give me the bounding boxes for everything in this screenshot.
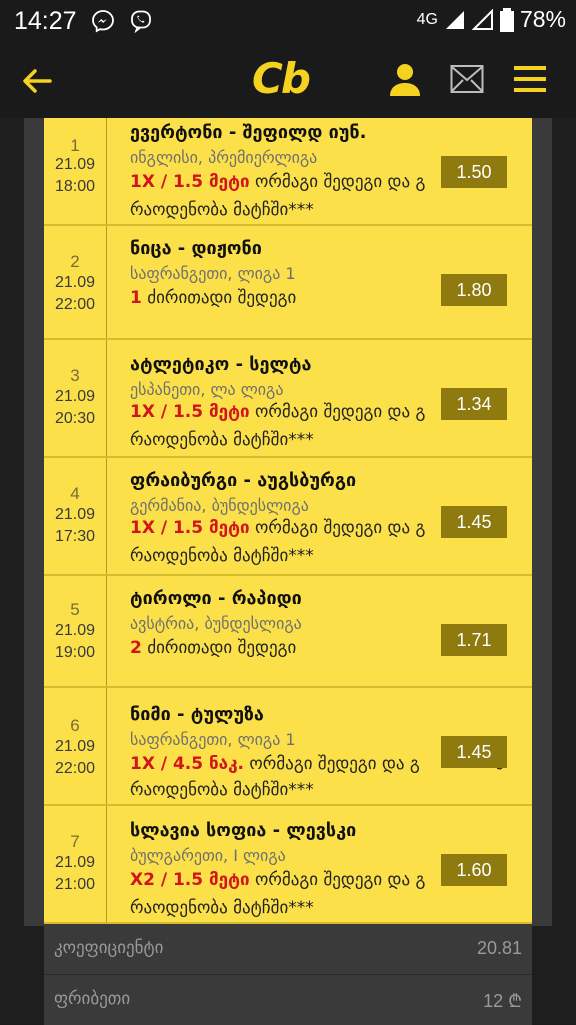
bet-line-2: რაოდენობა მატჩში***: [130, 430, 314, 450]
match-row-6[interactable]: 6 21.09 22:00 ნიმი - ტულუზა საფრანგეთი, …: [44, 688, 532, 806]
bet-line: 1X / 4.5 ნაკ. ორმაგი შედეგი და გს: [130, 754, 504, 774]
match-row-2[interactable]: 2 21.09 22:00 ნიცა - დიჟონი საფრანგეთი, …: [44, 226, 532, 340]
bet-line: 2 ძირითადი შედეგი: [130, 638, 296, 658]
app-logo: Cb: [252, 54, 311, 103]
match-teams: ნიცა - დიჟონი: [130, 238, 262, 259]
bet-line-2: რაოდენობა მატჩში***: [130, 780, 314, 800]
match-time: 20:30: [54, 410, 96, 427]
match-number: 4: [70, 484, 80, 503]
match-date: 21.09: [54, 622, 96, 639]
status-right: 4G 78%: [417, 6, 566, 33]
bet-desc: ორმაგი შედეგი და გ: [255, 870, 426, 890]
match-league: საფრანგეთი, ლიგა 1: [130, 264, 296, 283]
match-teams: ატლეტიკო - სელტა: [130, 354, 312, 375]
bet-desc: ორმაგი შედეგი და გ: [255, 518, 426, 538]
match-league: ინგლისი, პრემიერლიგა: [130, 148, 318, 167]
match-league: ავსტრია, ბუნდესლიგა: [130, 614, 302, 633]
match-date: 21.09: [54, 854, 96, 871]
match-teams: ფრაიბურგი - აუგსბურგი: [130, 470, 357, 491]
bet-code: 2: [130, 638, 142, 658]
match-date: 21.09: [54, 156, 96, 173]
match-row-7[interactable]: 7 21.09 21:00 სლავია სოფია - ლევსკი ბულგ…: [44, 806, 532, 924]
match-number: 5: [70, 600, 80, 619]
bet-code: 1X / 4.5 ნაკ.: [130, 754, 244, 774]
match-time: 19:00: [54, 644, 96, 661]
app-bar: Cb: [0, 42, 576, 118]
odds-badge: 1.45: [441, 736, 507, 768]
bet-desc: ძირითადი შედეგი: [147, 638, 297, 658]
back-arrow-icon[interactable]: [20, 64, 54, 98]
match-time: 21:00: [54, 876, 96, 893]
match-row-3[interactable]: 3 21.09 20:30 ატლეტიკო - სელტა ესპანეთი,…: [44, 340, 532, 458]
match-date: 21.09: [54, 274, 96, 291]
match-date: 21.09: [54, 388, 96, 405]
match-teams: სლავია სოფია - ლევსკი: [130, 820, 357, 841]
bet-desc: ორმაგი შედეგი და გ: [255, 172, 426, 192]
bet-line: 1X / 1.5 მეტი ორმაგი შედეგი და გს: [130, 172, 504, 192]
battery-percent: 78%: [519, 6, 566, 32]
status-time: 14:27: [14, 6, 77, 35]
signal-icon-2: [471, 8, 493, 30]
viber-icon: [130, 10, 151, 33]
total-odds-label: კოეფიციენტი: [54, 938, 164, 958]
match-row-4[interactable]: 4 21.09 17:30 ფრაიბურგი - აუგსბურგი გერმ…: [44, 458, 532, 576]
freebet-label: ფრიბეთი: [54, 989, 131, 1009]
bet-line: 1X / 1.5 მეტი ორმაგი შედეგი და გს: [130, 518, 504, 538]
hamburger-menu-icon[interactable]: [514, 64, 546, 94]
bet-code: 1X / 1.5 მეტი: [130, 518, 250, 538]
bet-desc: ორმაგი შედეგი და გ: [255, 402, 426, 422]
bet-line-2: რაოდენობა მატჩში***: [130, 546, 314, 566]
freebet-value: 12 ₾: [483, 991, 522, 1011]
bet-code: 1X / 1.5 მეტი: [130, 402, 250, 422]
bet-code: X2 / 1.5 მეტი: [130, 870, 250, 890]
match-league: საფრანგეთი, ლიგა 1: [130, 730, 296, 749]
match-number: 2: [70, 252, 80, 271]
total-odds-row: კოეფიციენტი 20.81: [44, 924, 532, 974]
match-number: 1: [70, 136, 80, 155]
odds-badge: 1.60: [441, 854, 507, 886]
odds-badge: 1.80: [441, 274, 507, 306]
match-number: 6: [70, 716, 80, 735]
match-date: 21.09: [54, 738, 96, 755]
bet-line: 1X / 1.5 მეტი ორმაგი შედეგი და გს: [130, 402, 504, 422]
battery-icon: [499, 7, 514, 32]
match-number: 3: [70, 366, 80, 385]
odds-badge: 1.50: [441, 156, 507, 188]
match-league: გერმანია, ბუნდესლიგა: [130, 496, 309, 515]
match-teams: ტიროლი - რაპიდი: [130, 588, 302, 609]
match-date: 21.09: [54, 506, 96, 523]
bet-line: 1 ძირითადი შედეგი: [130, 288, 296, 308]
messenger-icon: [91, 10, 114, 33]
bet-line: X2 / 1.5 მეტი ორმაგი შედეგი და გს: [130, 870, 504, 890]
match-row-1[interactable]: 1 21.09 18:00 ევერტონი - შეფილდ იუნ. ინგ…: [44, 118, 532, 226]
match-teams: ნიმი - ტულუზა: [130, 704, 264, 725]
status-bar: 14:27 4G 78%: [0, 0, 576, 42]
signal-icon: [445, 10, 464, 29]
match-row-5[interactable]: 5 21.09 19:00 ტიროლი - რაპიდი ავსტრია, ბ…: [44, 576, 532, 688]
odds-badge: 1.34: [441, 388, 507, 420]
bet-desc: ძირითადი შედეგი: [147, 288, 297, 308]
match-league: ბულგარეთი, I ლიგა: [130, 846, 286, 865]
match-league: ესპანეთი, ლა ლიგა: [130, 380, 284, 399]
match-time: 18:00: [54, 178, 96, 195]
match-time: 22:00: [54, 296, 96, 313]
odds-badge: 1.45: [441, 506, 507, 538]
match-number: 7: [70, 832, 80, 851]
odds-badge: 1.71: [441, 624, 507, 656]
mail-icon[interactable]: [450, 64, 484, 94]
bet-code: 1X / 1.5 მეტი: [130, 172, 250, 192]
network-type: 4G: [416, 10, 438, 28]
total-odds-value: 20.81: [476, 938, 522, 958]
user-icon[interactable]: [388, 62, 422, 98]
match-teams: ევერტონი - შეფილდ იუნ.: [130, 122, 367, 143]
match-time: 22:00: [54, 760, 96, 777]
bet-desc: ორმაგი შედეგი და გ: [249, 754, 420, 774]
bet-line-2: რაოდენობა მატჩში***: [130, 898, 314, 918]
bet-line-2: რაოდენობა მატჩში***: [130, 200, 314, 220]
match-time: 17:30: [54, 528, 96, 545]
freebet-row: ფრიბეთი 12 ₾: [44, 975, 532, 1025]
bet-code: 1: [130, 288, 142, 308]
